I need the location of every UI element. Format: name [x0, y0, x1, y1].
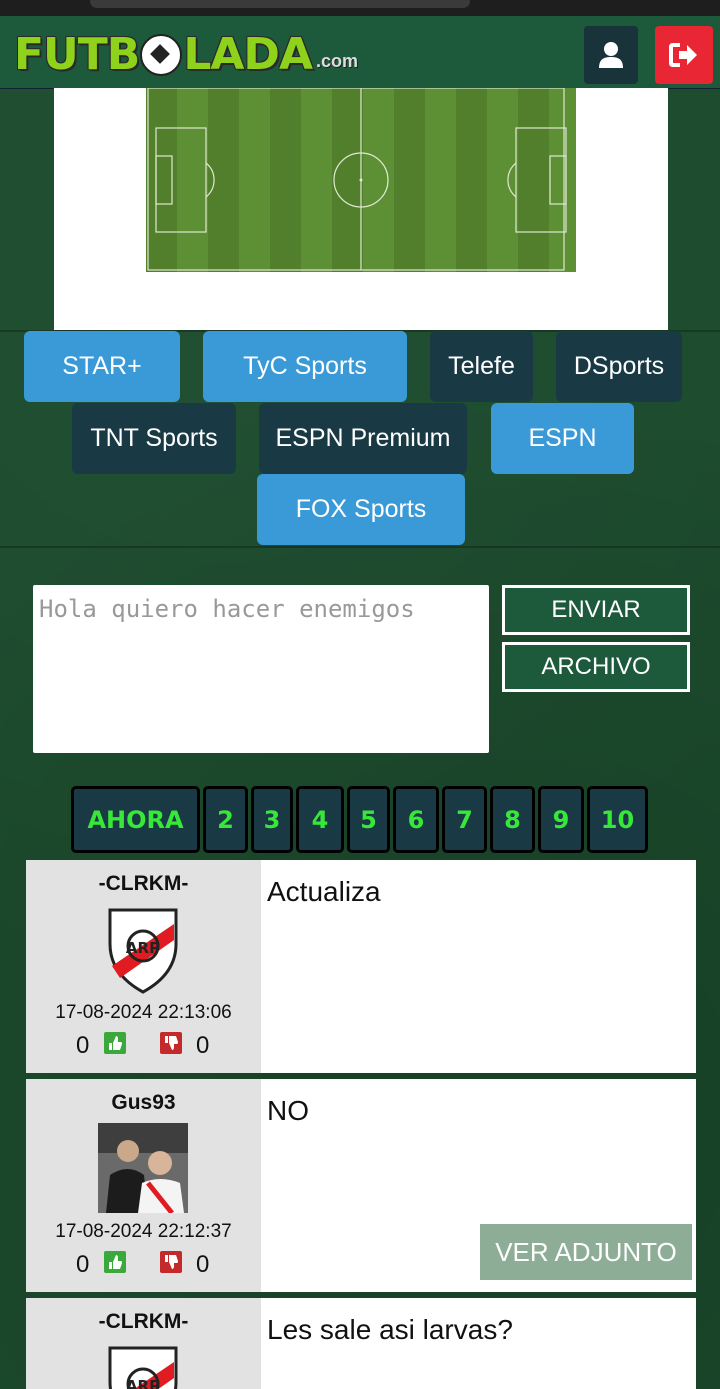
user-button[interactable] — [584, 26, 638, 84]
pagination: AHORA 2 3 4 5 6 7 8 9 10 — [0, 786, 720, 853]
view-attachment-button[interactable]: VER ADJUNTO — [480, 1224, 692, 1280]
channel-label: DSports — [573, 352, 665, 380]
site-logo[interactable]: FUTB LADA .com — [14, 26, 358, 80]
post-votes: 0 0 — [26, 1249, 261, 1279]
page-label: 2 — [217, 805, 234, 834]
send-button[interactable]: ENVIAR — [502, 585, 690, 635]
thumbs-down-icon[interactable] — [160, 1032, 182, 1054]
thumbs-up-icon[interactable] — [104, 1251, 126, 1273]
page-label: 10 — [600, 805, 635, 834]
page-label: 8 — [504, 805, 521, 834]
logo-text-left: FUTB — [14, 29, 140, 80]
river-plate-shield-icon: ARP — [108, 1346, 178, 1389]
channel-label: ESPN Premium — [275, 424, 451, 452]
page-7[interactable]: 7 — [442, 786, 487, 853]
soccer-ball-icon — [140, 34, 183, 76]
thumbs-up-icon[interactable] — [104, 1032, 126, 1054]
post-username[interactable]: Gus93 — [26, 1091, 261, 1115]
page-label: 3 — [263, 805, 281, 834]
post-votes: 0 0 — [26, 1030, 261, 1060]
page-5[interactable]: 5 — [347, 786, 390, 853]
logo-text-right: LADA — [183, 29, 313, 80]
page-label: 9 — [552, 805, 570, 834]
channel-label: Telefe — [448, 352, 515, 380]
page-label: 5 — [360, 805, 377, 834]
page-8[interactable]: 8 — [490, 786, 535, 853]
svg-text:ARP: ARP — [126, 1377, 160, 1389]
page-now[interactable]: AHORA — [71, 786, 200, 853]
site-header: FUTB LADA .com — [0, 16, 720, 89]
post-date: 17-08-2024 22:12:37 — [55, 1221, 232, 1242]
attach-file-button[interactable]: ARCHIVO — [502, 642, 690, 692]
post-date: 17-08-2024 22:13:06 — [55, 1002, 232, 1023]
soccer-field-graphic — [146, 88, 576, 272]
post-author-panel: -CLRKM- ARP — [26, 1298, 261, 1389]
divider — [0, 546, 720, 548]
channel-fox-sports[interactable]: FOX Sports — [257, 474, 465, 545]
svg-text:ARP: ARP — [126, 939, 160, 957]
channel-label: STAR+ — [62, 352, 142, 380]
channel-espn-premium[interactable]: ESPN Premium — [259, 403, 467, 474]
page-2[interactable]: 2 — [203, 786, 248, 853]
channel-tnt-sports[interactable]: TNT Sports — [72, 403, 236, 474]
match-field-panel — [54, 88, 668, 330]
channel-label: ESPN — [528, 424, 597, 452]
page-label: 4 — [311, 805, 329, 834]
thumbs-down-icon[interactable] — [160, 1251, 182, 1273]
page-label: AHORA — [87, 805, 184, 834]
post-username[interactable]: -CLRKM- — [26, 872, 261, 896]
channel-label: TyC Sports — [243, 352, 367, 380]
page-3[interactable]: 3 — [251, 786, 293, 853]
dislike-count: 0 — [196, 1251, 210, 1278]
address-bar[interactable] — [90, 0, 470, 8]
post: Gus93 17-08-2024 22:12:37 0 0 NO VER ADJ… — [26, 1079, 696, 1292]
post-author-panel: Gus93 17-08-2024 22:12:37 0 0 — [26, 1079, 261, 1292]
attachment-label: VER ADJUNTO — [495, 1236, 677, 1267]
channel-label: TNT Sports — [90, 424, 218, 452]
page-label: 6 — [407, 805, 425, 834]
user-icon — [599, 42, 623, 68]
logout-button[interactable] — [655, 26, 713, 84]
channel-telefe[interactable]: Telefe — [430, 331, 533, 402]
page-6[interactable]: 6 — [393, 786, 439, 853]
post-text: Les sale asi larvas? — [267, 1314, 513, 1345]
channel-tyc-sports[interactable]: TyC Sports — [203, 331, 407, 402]
channel-star-plus[interactable]: STAR+ — [24, 331, 180, 402]
page-10[interactable]: 10 — [587, 786, 648, 853]
page-label: 7 — [456, 805, 473, 834]
dislike-count: 0 — [196, 1032, 210, 1059]
post-author-panel: -CLRKM- ARP 17-08-2024 22:13:06 0 0 — [26, 860, 261, 1073]
post: -CLRKM- ARP 17-08-2024 22:13:06 0 0 Actu… — [26, 860, 696, 1073]
user-avatar-photo — [98, 1123, 188, 1213]
river-plate-shield-icon: ARP — [108, 908, 178, 994]
page-4[interactable]: 4 — [296, 786, 344, 853]
like-count: 0 — [76, 1032, 90, 1059]
post-text: Actualiza — [267, 876, 381, 907]
message-placeholder: Hola quiero hacer enemigos — [39, 595, 415, 623]
post-username[interactable]: -CLRKM- — [26, 1310, 261, 1334]
browser-top-bar — [0, 0, 720, 16]
message-input[interactable]: Hola quiero hacer enemigos — [33, 585, 489, 753]
like-count: 0 — [76, 1251, 90, 1278]
channel-dsports[interactable]: DSports — [556, 331, 682, 402]
channel-label: FOX Sports — [295, 495, 427, 523]
channel-espn[interactable]: ESPN — [491, 403, 634, 474]
post: -CLRKM- ARP Les sale asi larvas? — [26, 1298, 696, 1389]
page-9[interactable]: 9 — [538, 786, 584, 853]
file-label: ARCHIVO — [541, 653, 651, 680]
post-text: NO — [267, 1095, 309, 1126]
sign-out-icon — [669, 43, 697, 67]
send-label: ENVIAR — [551, 596, 641, 623]
logo-suffix: .com — [316, 51, 359, 71]
